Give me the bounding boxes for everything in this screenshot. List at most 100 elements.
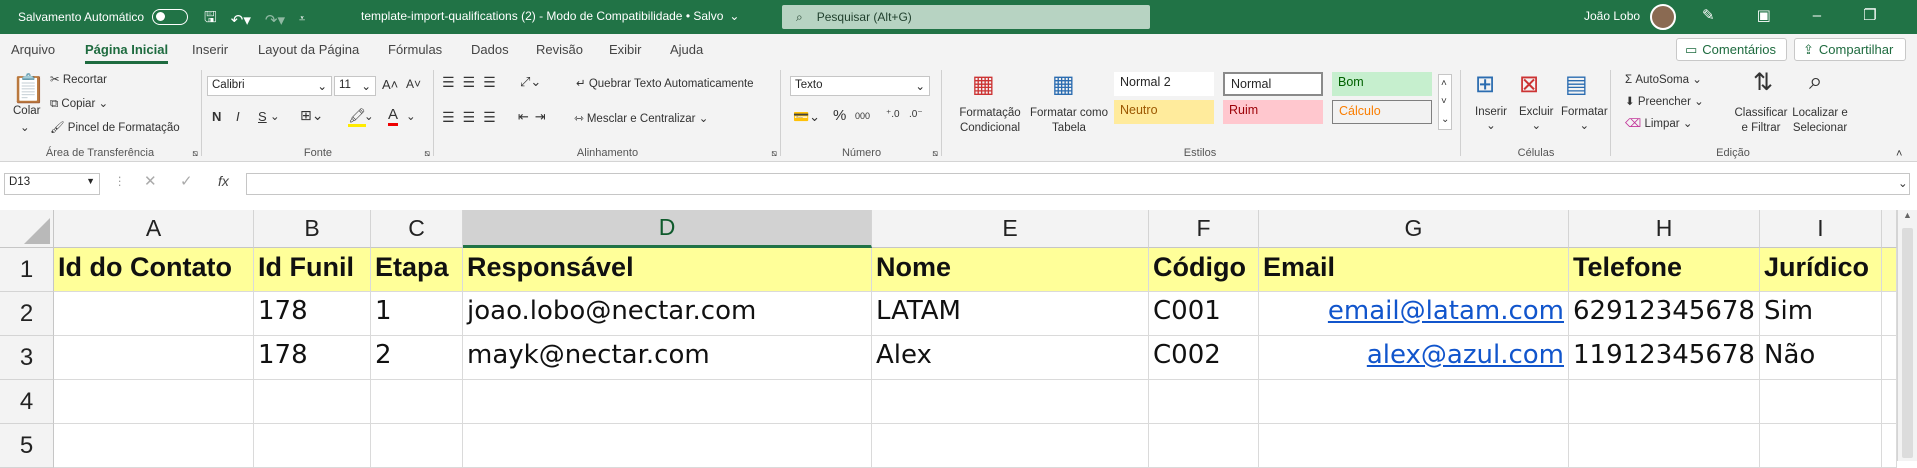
cell-c4[interactable] (371, 380, 463, 424)
column-header-f[interactable]: F (1149, 210, 1259, 248)
cell-i3[interactable]: Não (1760, 336, 1882, 380)
tab-exibir[interactable]: Exibir (609, 42, 642, 57)
style-bom[interactable]: Bom (1332, 72, 1432, 96)
cell-i4[interactable] (1760, 380, 1882, 424)
styles-scroll-icon[interactable]: ˄ ˅ ⌄ (1438, 74, 1453, 130)
chevron-down-icon[interactable]: ⌄ (729, 9, 739, 23)
number-format-select[interactable]: Texto ⌄ (790, 76, 930, 96)
conditional-format-icon[interactable]: ▦ (972, 70, 995, 99)
insert-cells-icon[interactable]: ⊞ (1475, 70, 1495, 99)
column-header-c[interactable]: C (371, 210, 463, 248)
column-header-h[interactable]: H (1569, 210, 1760, 248)
pen-icon[interactable]: ✎ (1702, 6, 1715, 24)
font-color-icon[interactable]: A (388, 106, 399, 126)
cell-c5[interactable] (371, 424, 463, 468)
cell-j5[interactable] (1882, 424, 1897, 468)
column-header-a[interactable]: A (54, 210, 254, 248)
tab-formulas[interactable]: Fórmulas (388, 42, 442, 57)
thousands-icon[interactable]: 000 (855, 111, 870, 121)
conditional-format-button[interactable]: Formatação Condicional (948, 106, 1032, 136)
delete-cells-icon[interactable]: ⊠ (1519, 70, 1539, 99)
collapse-ribbon-icon[interactable]: ˄ (1896, 148, 1902, 160)
cell-e3[interactable]: Alex (872, 336, 1149, 380)
percent-icon[interactable]: % (833, 107, 846, 124)
cell-i1[interactable]: Jurídico (1760, 248, 1882, 292)
save-icon[interactable]: 🖫 (204, 7, 217, 32)
cell-a4[interactable] (54, 380, 254, 424)
delete-cells-button[interactable]: Excluir ⌄ (1519, 106, 1554, 132)
cell-e4[interactable] (872, 380, 1149, 424)
merge-center-button[interactable]: ⇿ Mesclar e Centralizar ⌄ (574, 111, 708, 125)
row-header-3[interactable]: 3 (0, 336, 54, 380)
format-painter-button[interactable]: 🖌 Pincel de Formatação (50, 120, 180, 134)
font-name-select[interactable]: Calibri ⌄ (207, 76, 332, 96)
cell-h5[interactable] (1569, 424, 1760, 468)
cell-f3[interactable]: C002 (1149, 336, 1259, 380)
select-all-corner[interactable] (0, 210, 54, 248)
cell-i2[interactable]: Sim (1760, 292, 1882, 336)
dialog-launcher-icon[interactable]: ⧅ (771, 148, 777, 159)
clear-button[interactable]: ⌫ Limpar ⌄ (1625, 116, 1692, 130)
cell-a1[interactable]: Id do Contato (54, 248, 254, 292)
vertical-align-icons[interactable]: ☰☰☰ (442, 74, 504, 91)
insert-function-icon[interactable]: fx (218, 173, 229, 189)
vertical-scrollbar[interactable]: ▲ (1897, 210, 1917, 461)
cancel-icon[interactable]: ✕ (144, 172, 157, 190)
cell-j4[interactable] (1882, 380, 1897, 424)
cell-b2[interactable]: 178 (254, 292, 371, 336)
cell-f5[interactable] (1149, 424, 1259, 468)
orientation-icon[interactable]: ⤢⌄ (520, 74, 541, 90)
tab-inserir[interactable]: Inserir (192, 42, 228, 57)
style-neutro[interactable]: Neutro (1114, 100, 1214, 124)
column-header-i[interactable]: I (1760, 210, 1882, 248)
cell-d4[interactable] (463, 380, 872, 424)
style-normal-2[interactable]: Normal 2 (1114, 72, 1214, 96)
cell-f1[interactable]: Código (1149, 248, 1259, 292)
cell-f4[interactable] (1149, 380, 1259, 424)
cell-g4[interactable] (1259, 380, 1569, 424)
avatar[interactable] (1650, 4, 1676, 30)
tab-pagina-inicial[interactable]: Página Inicial (85, 42, 169, 64)
tab-revisao[interactable]: Revisão (536, 42, 583, 57)
search-box[interactable]: ⌕ Pesquisar (Alt+G) (782, 5, 1150, 29)
horizontal-align-icons[interactable]: ☰☰☰ (442, 109, 504, 126)
file-title[interactable]: template-import-qualifications (2) - Mod… (361, 9, 723, 23)
find-icon[interactable]: ⌕ (1809, 68, 1822, 96)
cell-g2[interactable]: email@latam.com (1259, 292, 1569, 336)
cell-c3[interactable]: 2 (371, 336, 463, 380)
cell-b5[interactable] (254, 424, 371, 468)
style-calculo[interactable]: Cálculo (1332, 100, 1432, 124)
dialog-launcher-icon[interactable]: ⧅ (932, 148, 938, 159)
copy-button[interactable]: ⧉ Copiar ⌄ (50, 96, 108, 111)
autosum-button[interactable]: Σ AutoSoma ⌄ (1625, 72, 1702, 86)
cell-a5[interactable] (54, 424, 254, 468)
style-normal[interactable]: Normal (1223, 72, 1323, 96)
row-header-2[interactable]: 2 (0, 292, 54, 336)
sort-filter-button[interactable]: Classificar e Filtrar (1731, 106, 1791, 136)
cell-d3[interactable]: mayk@nectar.com (463, 336, 872, 380)
format-cells-icon[interactable]: ▤ (1565, 70, 1588, 99)
font-color-chevron-icon[interactable]: ⌄ (406, 109, 416, 123)
column-header-g[interactable]: G (1259, 210, 1569, 248)
row-header-5[interactable]: 5 (0, 424, 54, 468)
tab-ajuda[interactable]: Ajuda (670, 42, 703, 57)
cell-d1[interactable]: Responsável (463, 248, 872, 292)
cell-b4[interactable] (254, 380, 371, 424)
cell-g1[interactable]: Email (1259, 248, 1569, 292)
undo-icon[interactable]: ↶▾ (231, 11, 251, 29)
cell-c2[interactable]: 1 (371, 292, 463, 336)
borders-icon[interactable]: ⊞⌄ (300, 107, 323, 124)
paste-button[interactable]: Colar (13, 105, 40, 117)
format-cells-button[interactable]: Formatar ⌄ (1561, 106, 1608, 132)
wrap-text-button[interactable]: ↵ Quebrar Texto Automaticamente (576, 76, 754, 90)
shrink-font-icon[interactable]: A˅ (406, 77, 421, 91)
style-ruim[interactable]: Ruim (1223, 100, 1323, 124)
font-size-select[interactable]: 11 ⌄ (334, 76, 376, 96)
column-header-e[interactable]: E (872, 210, 1149, 248)
fill-button[interactable]: ⬇ Preencher ⌄ (1625, 94, 1704, 108)
indent-icons[interactable]: ⇤⇥ (518, 109, 552, 125)
grow-font-icon[interactable]: A˄ (382, 77, 398, 92)
find-select-button[interactable]: Localizar e Selecionar (1783, 106, 1857, 136)
name-box[interactable]: D13 ▼ (4, 173, 100, 195)
cell-f2[interactable]: C001 (1149, 292, 1259, 336)
